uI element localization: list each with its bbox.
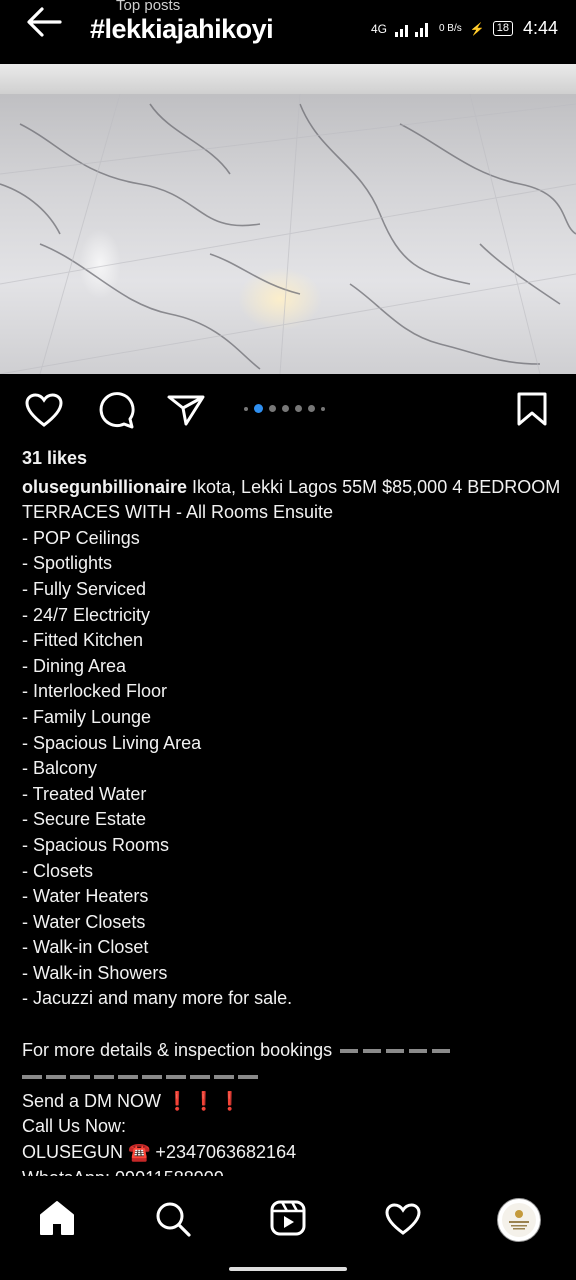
feature-item: - Walk-in Closet bbox=[22, 937, 149, 958]
dash-divider-2 bbox=[22, 1074, 258, 1079]
username-link[interactable]: olusegunbillionaire bbox=[22, 477, 187, 497]
carousel-dot bbox=[244, 406, 248, 411]
feature-item: - Jacuzzi and many more for sale. bbox=[22, 988, 293, 1009]
bookmark-icon[interactable] bbox=[516, 391, 548, 427]
back-arrow-icon[interactable] bbox=[24, 4, 64, 40]
more-details-text: For more details & inspection bookings bbox=[22, 1039, 333, 1060]
likes-count[interactable]: 31 likes bbox=[22, 446, 562, 472]
feature-item: - Interlocked Floor bbox=[22, 681, 168, 702]
network-indicator: 4G bbox=[370, 21, 387, 36]
feature-item: - Treated Water bbox=[22, 783, 147, 804]
status-icons: 4G 0 B/s ⚡ 18 4:44 bbox=[371, 18, 558, 39]
heart-icon[interactable] bbox=[24, 392, 64, 428]
feature-item: - Secure Estate bbox=[22, 809, 147, 830]
clock: 4:44 bbox=[522, 18, 558, 38]
carousel-dot bbox=[295, 405, 302, 412]
feature-item: - Fitted Kitchen bbox=[22, 630, 144, 651]
feature-item: - Water Closets bbox=[22, 911, 146, 932]
battery-level: 18 bbox=[492, 21, 513, 36]
comment-icon[interactable] bbox=[96, 391, 136, 429]
carousel-dot bbox=[269, 405, 276, 412]
feature-item: - Balcony bbox=[22, 758, 98, 779]
search-icon[interactable] bbox=[154, 1200, 192, 1238]
charging-icon: ⚡ bbox=[469, 21, 485, 36]
post-photo[interactable] bbox=[0, 64, 576, 374]
marble-floor-pattern bbox=[0, 93, 576, 374]
carousel-dot bbox=[308, 405, 315, 412]
header-bar: Top posts #lekkiajahikoyi 4G 0 B/s ⚡ 18 … bbox=[0, 0, 576, 64]
reels-icon[interactable] bbox=[270, 1200, 306, 1236]
home-indicator bbox=[229, 1267, 347, 1271]
caption-text-2: TERRACES WITH - All Rooms Ensuite bbox=[22, 502, 334, 523]
feature-item: - Dining Area bbox=[22, 655, 127, 676]
feature-item: - Family Lounge bbox=[22, 706, 152, 727]
hashtag-title: #lekkiajahikoyi bbox=[90, 14, 274, 44]
home-icon[interactable] bbox=[38, 1199, 76, 1237]
feature-item: - Spotlights bbox=[22, 553, 113, 574]
profile-avatar[interactable] bbox=[497, 1198, 541, 1242]
carousel-dot bbox=[321, 406, 325, 411]
header-subtitle: Top posts bbox=[116, 0, 181, 14]
share-icon[interactable] bbox=[166, 393, 206, 427]
call-us-text: Call Us Now: bbox=[22, 1116, 127, 1137]
feature-item: - POP Ceilings bbox=[22, 527, 140, 548]
dash-divider bbox=[340, 1048, 453, 1053]
feature-item: - Spacious Rooms bbox=[22, 834, 170, 855]
feature-item: - Water Heaters bbox=[22, 886, 149, 907]
post-caption: 31 likes olusegunbillionaire Ikota, Lekk… bbox=[22, 446, 562, 1191]
feature-item: - Spacious Living Area bbox=[22, 732, 202, 753]
activity-icon[interactable] bbox=[384, 1202, 422, 1236]
signal-icon bbox=[394, 22, 428, 37]
carousel-dot-active bbox=[254, 404, 263, 413]
data-rate: 0 B/s bbox=[438, 23, 462, 34]
send-dm-text: Send a DM NOW bbox=[22, 1090, 162, 1111]
carousel-dot bbox=[282, 405, 289, 412]
exclamation-emoji: ❗❗❗ bbox=[166, 1090, 246, 1111]
caption-text: Ikota, Lekki Lagos 55M $85,000 4 BEDROOM bbox=[192, 476, 561, 497]
feature-item: - Closets bbox=[22, 860, 94, 881]
feature-item: - 24/7 Electricity bbox=[22, 604, 151, 625]
caption-clip bbox=[0, 1176, 576, 1190]
feature-item: - Walk-in Showers bbox=[22, 962, 168, 983]
feature-item: - Fully Serviced bbox=[22, 578, 147, 599]
features-list: - POP Ceilings - Spotlights - Fully Serv… bbox=[22, 526, 562, 1012]
phone-number: OLUSEGUN ☎️ +2347063682164 bbox=[22, 1142, 297, 1163]
carousel-indicator bbox=[244, 404, 325, 413]
avatar-logo-icon bbox=[502, 1203, 536, 1237]
